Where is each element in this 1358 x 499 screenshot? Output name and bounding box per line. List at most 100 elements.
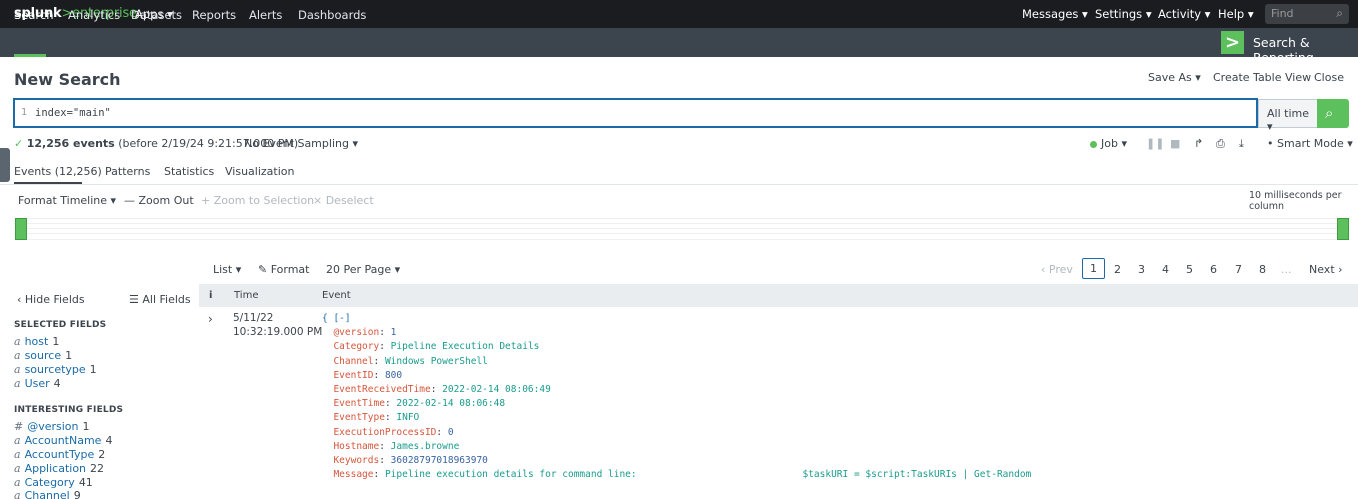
field-item[interactable]: a host 1 xyxy=(14,335,59,348)
timeline-bar[interactable] xyxy=(1337,218,1349,240)
json-key[interactable]: EventType xyxy=(333,412,384,423)
field-name[interactable]: AccountType xyxy=(25,448,95,461)
pager-prev[interactable]: ‹ Prev xyxy=(1041,263,1073,276)
event-sampling-dropdown[interactable]: No Event Sampling ▾ xyxy=(244,137,358,150)
help-menu[interactable]: Help ▾ xyxy=(1218,7,1254,21)
field-item[interactable]: a Category 41 xyxy=(14,476,93,489)
field-name[interactable]: Channel xyxy=(25,489,70,499)
deselect-button[interactable]: × Deselect xyxy=(313,194,374,207)
json-value[interactable]: 800 xyxy=(385,370,402,381)
search-query[interactable]: index="main" xyxy=(35,107,111,119)
column-time[interactable]: Time xyxy=(234,290,258,301)
nav-reports[interactable]: Reports xyxy=(192,8,236,22)
app-name[interactable]: Search & Reporting xyxy=(1253,35,1358,65)
tab-visualization[interactable]: Visualization xyxy=(225,165,294,178)
tab-statistics[interactable]: Statistics xyxy=(164,165,214,178)
field-item[interactable]: a Application 22 xyxy=(14,462,104,475)
stop-icon[interactable]: ■ xyxy=(1170,137,1180,150)
field-item[interactable]: a AccountName 4 xyxy=(14,434,112,447)
field-item[interactable]: a Channel 9 xyxy=(14,489,81,499)
json-value[interactable]: Pipeline execution details for command l… xyxy=(385,469,1031,480)
json-key[interactable]: EventReceivedTime xyxy=(333,384,430,395)
field-item[interactable]: a User 4 xyxy=(14,377,61,390)
format-button[interactable]: ✎ Format xyxy=(258,263,309,276)
zoom-to-selection-button[interactable]: + Zoom to Selection xyxy=(201,194,314,207)
nav-dashboards[interactable]: Dashboards xyxy=(298,8,366,22)
field-name[interactable]: AccountName xyxy=(25,434,102,447)
zoom-out-button[interactable]: — Zoom Out xyxy=(124,194,194,207)
json-value[interactable]: Windows PowerShell xyxy=(385,356,488,367)
field-name[interactable]: Application xyxy=(25,462,86,475)
nav-datasets[interactable]: Datasets xyxy=(131,8,182,22)
column-event[interactable]: Event xyxy=(322,290,351,301)
pager-page-5[interactable]: 5 xyxy=(1186,263,1193,276)
field-item[interactable]: # @version 1 xyxy=(14,420,90,433)
export-icon[interactable]: ⤓ xyxy=(1239,137,1244,151)
pager-page-2[interactable]: 2 xyxy=(1114,263,1121,276)
field-item[interactable]: a source 1 xyxy=(14,349,72,362)
json-value[interactable]: 1 xyxy=(391,327,397,338)
close-button[interactable]: Close xyxy=(1314,71,1344,84)
json-value[interactable]: 2022-02-14 08:06:49 xyxy=(442,384,551,395)
save-as-button[interactable]: Save As ▾ xyxy=(1148,71,1201,84)
json-key[interactable]: EventID xyxy=(333,370,373,381)
field-item[interactable]: a AccountType 2 xyxy=(14,448,105,461)
json-value[interactable]: Pipeline Execution Details xyxy=(391,341,540,352)
json-key[interactable]: @version xyxy=(333,327,379,338)
print-icon[interactable]: ⎙ xyxy=(1216,137,1225,151)
json-key[interactable]: EventTime xyxy=(333,398,384,409)
pause-icon[interactable]: ❚❚ xyxy=(1146,137,1164,150)
json-key[interactable]: Message xyxy=(333,469,373,480)
create-table-view-button[interactable]: Create Table View xyxy=(1213,71,1311,84)
json-key[interactable]: Category xyxy=(333,341,379,352)
field-name[interactable]: sourcetype xyxy=(25,363,86,376)
list-view-dropdown[interactable]: List ▾ xyxy=(213,263,241,276)
json-key[interactable]: Keywords xyxy=(333,455,379,466)
field-name[interactable]: host xyxy=(25,335,49,348)
field-type-icon: a xyxy=(14,448,21,461)
per-page-dropdown[interactable]: 20 Per Page ▾ xyxy=(326,263,400,276)
tab-patterns[interactable]: Patterns xyxy=(105,165,150,178)
json-value[interactable]: James.browne xyxy=(391,441,460,452)
json-key[interactable]: Channel xyxy=(333,356,373,367)
settings-menu[interactable]: Settings ▾ xyxy=(1095,7,1152,21)
json-collapse-toggle[interactable]: { [-] xyxy=(322,313,351,324)
timeline-bar[interactable] xyxy=(15,218,27,240)
json-value[interactable]: INFO xyxy=(396,412,419,423)
tab-events[interactable]: Events (12,256) xyxy=(14,165,102,178)
field-name[interactable]: User xyxy=(25,377,50,390)
activity-menu[interactable]: Activity ▾ xyxy=(1158,7,1210,21)
time-range-picker[interactable]: All time ▾ xyxy=(1258,99,1318,133)
nav-search[interactable]: Search xyxy=(14,8,54,22)
pager-page-6[interactable]: 6 xyxy=(1210,263,1217,276)
pager-page-4[interactable]: 4 xyxy=(1162,263,1169,276)
find-input[interactable]: Find ⌕ xyxy=(1265,4,1349,24)
field-name[interactable]: @version xyxy=(27,420,78,433)
share-icon[interactable]: ↱ xyxy=(1194,137,1203,150)
pager-page-7[interactable]: 7 xyxy=(1235,263,1242,276)
expand-chevron-icon[interactable]: › xyxy=(208,312,213,326)
messages-menu[interactable]: Messages ▾ xyxy=(1022,7,1088,21)
hide-fields-button[interactable]: ‹ Hide Fields xyxy=(17,293,85,306)
field-name[interactable]: Category xyxy=(25,476,75,489)
sidebar-toggle-handle[interactable] xyxy=(0,148,10,182)
json-key[interactable]: ExecutionProcessID xyxy=(333,427,436,438)
format-timeline-dropdown[interactable]: Format Timeline ▾ xyxy=(18,194,116,207)
search-input[interactable]: 1 index="main" xyxy=(13,98,1258,128)
smart-mode-dropdown[interactable]: • Smart Mode ▾ xyxy=(1267,137,1353,150)
field-name[interactable]: source xyxy=(25,349,62,362)
all-fields-button[interactable]: ☰ All Fields xyxy=(129,293,191,306)
pager-page-3[interactable]: 3 xyxy=(1138,263,1145,276)
json-value[interactable]: 2022-02-14 08:06:48 xyxy=(396,398,505,409)
json-value[interactable]: 36028797018963970 xyxy=(391,455,488,466)
pager-next[interactable]: Next › xyxy=(1309,263,1343,276)
field-item[interactable]: a sourcetype 1 xyxy=(14,363,97,376)
json-key[interactable]: Hostname xyxy=(333,441,379,452)
nav-alerts[interactable]: Alerts xyxy=(249,8,282,22)
nav-analytics[interactable]: Analytics xyxy=(68,8,120,22)
pager-page-1[interactable]: 1 xyxy=(1082,258,1105,279)
search-button[interactable]: ⌕ xyxy=(1317,99,1349,128)
job-menu[interactable]: Job ▾ xyxy=(1090,137,1127,150)
json-value[interactable]: 0 xyxy=(448,427,454,438)
pager-page-8[interactable]: 8 xyxy=(1259,263,1266,276)
